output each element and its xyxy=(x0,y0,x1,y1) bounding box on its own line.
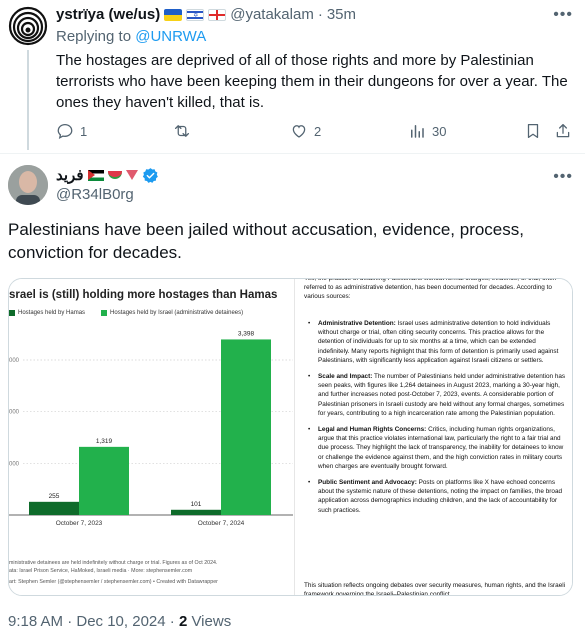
ukraine-flag-icon xyxy=(164,8,183,21)
thread-line xyxy=(27,50,29,150)
bar-data-label: 3,398 xyxy=(238,330,255,337)
legend-label-hamas: Hostages held by Hamas xyxy=(18,310,86,316)
answer-intro: Yes, the practice of detaining Palestini… xyxy=(304,279,556,301)
bar-data-label: 255 xyxy=(49,493,60,500)
views-count: 30 xyxy=(432,123,447,139)
answer-item-heading: Public Sentiment and Advocacy: xyxy=(318,479,417,487)
analytics-icon xyxy=(411,125,424,138)
heart-icon xyxy=(292,125,306,138)
reply-actions: 1 2 30 xyxy=(56,122,574,142)
bookmark-button[interactable] xyxy=(524,122,542,140)
main-avatar[interactable] xyxy=(8,165,48,205)
x-category-label: October 7, 2024 xyxy=(198,520,245,527)
retweet-icon xyxy=(174,125,190,137)
red-triangle-icon xyxy=(125,170,138,180)
comment-icon xyxy=(57,123,73,139)
main-handle[interactable]: @R34lB0rg xyxy=(56,186,134,203)
more-options-icon[interactable]: ••• xyxy=(553,168,573,186)
answer-item-heading: Administrative Detention: xyxy=(318,320,396,327)
replying-label: Replying to xyxy=(56,28,132,45)
chart-footnote: ministrative detainees are held indefini… xyxy=(9,560,218,566)
replying-to: Replying to @UNRWA xyxy=(56,28,206,45)
bar-data-label: 1,319 xyxy=(96,438,113,445)
georgia-flag-icon xyxy=(208,8,227,21)
share-button[interactable] xyxy=(554,122,572,140)
y-tick-label: 000 xyxy=(9,410,20,416)
reply-avatar[interactable] xyxy=(8,6,48,46)
chart-panel: srael is (still) holding more hostages t… xyxy=(9,279,295,595)
attached-image[interactable]: srael is (still) holding more hostages t… xyxy=(8,278,573,596)
reply-handle[interactable]: @yatakalam xyxy=(230,6,314,23)
tweet-timestamp[interactable]: 9:18 AM · Dec 10, 2024 · xyxy=(8,613,179,630)
answer-item: Legal and Human Rights Concerns: Critics… xyxy=(304,425,566,471)
answer-item: Public Sentiment and Advocacy: Posts on … xyxy=(304,478,566,515)
tweet-meta: 9:18 AM · Dec 10, 2024 · 2 Views xyxy=(8,613,231,630)
replying-mention-link[interactable]: @UNRWA xyxy=(135,28,206,45)
legend-swatch-hamas xyxy=(9,310,15,316)
share-icon xyxy=(556,123,570,138)
bookmark-icon xyxy=(527,123,539,139)
chart-source: ata: Israel Prison Service, HaMoked, Isr… xyxy=(9,568,193,574)
bar xyxy=(221,339,271,515)
reply-time[interactable]: 35m xyxy=(327,6,356,23)
y-tick-label: 000 xyxy=(9,461,20,467)
chart-title: srael is (still) holding more hostages t… xyxy=(9,289,278,301)
palestine-flag-icon xyxy=(87,169,104,181)
bar xyxy=(29,501,79,515)
legend-label-israel: Hostages held by Israel (administrative … xyxy=(110,310,244,316)
retweet-button[interactable] xyxy=(173,122,197,140)
ai-answer-panel: Yes, the practice of detaining Palestini… xyxy=(296,279,572,596)
reply-button[interactable]: 1 xyxy=(56,122,87,140)
main-header: فريد xyxy=(56,166,159,184)
spiral-avatar-icon xyxy=(8,6,48,46)
israel-flag-icon: ✡ xyxy=(186,8,205,21)
bar xyxy=(79,446,129,515)
answer-item-heading: Scale and Impact: xyxy=(318,373,373,381)
answer-item: Administrative Detention: Israel uses ad… xyxy=(304,319,566,365)
answer-item-heading: Legal and Human Rights Concerns: xyxy=(318,426,427,434)
answer-outro: This situation reflects ongoing debates … xyxy=(304,582,566,596)
reply-count: 1 xyxy=(80,123,88,139)
like-count: 2 xyxy=(314,123,322,139)
reply-text: The hostages are deprived of all of thos… xyxy=(56,52,568,111)
y-tick-label: 000 xyxy=(9,358,20,364)
more-options-icon[interactable]: ••• xyxy=(553,6,573,24)
tweet-views-label: Views xyxy=(187,613,232,630)
chart-legend: Hostages held by Hamas Hostages held by … xyxy=(9,310,243,316)
chart-credit: art: Stephen Semler (@stephensemler / st… xyxy=(9,579,218,585)
answer-item: Scale and Impact: The number of Palestin… xyxy=(304,372,566,418)
answer-list: Administrative Detention: Israel uses ad… xyxy=(304,319,566,522)
like-button[interactable]: 2 xyxy=(290,122,321,140)
main-display-name[interactable]: فريد xyxy=(56,166,84,184)
main-tweet-text: Palestinians have been jailed without ac… xyxy=(8,220,524,262)
separator-dot: · xyxy=(317,6,323,23)
verified-badge-icon[interactable] xyxy=(142,167,159,184)
bar xyxy=(171,509,221,515)
reply-tweet[interactable]: ystrïya (we/us) ✡ @yatakalam · 35m ••• R… xyxy=(0,0,585,150)
watermelon-icon xyxy=(107,171,122,179)
user-photo-icon xyxy=(8,165,48,205)
reply-display-name[interactable]: ystrïya (we/us) xyxy=(56,6,160,23)
bar-data-label: 101 xyxy=(191,501,202,508)
bar-chart: 000 000 000 255 1,319 October 7, 2023 101 3,398… xyxy=(9,330,293,527)
reply-header: ystrïya (we/us) ✡ @yatakalam · 35m xyxy=(56,6,356,23)
legend-swatch-israel xyxy=(101,310,108,316)
views-button[interactable]: 30 xyxy=(408,122,446,140)
divider xyxy=(0,153,585,154)
x-category-label: October 7, 2023 xyxy=(56,520,103,527)
